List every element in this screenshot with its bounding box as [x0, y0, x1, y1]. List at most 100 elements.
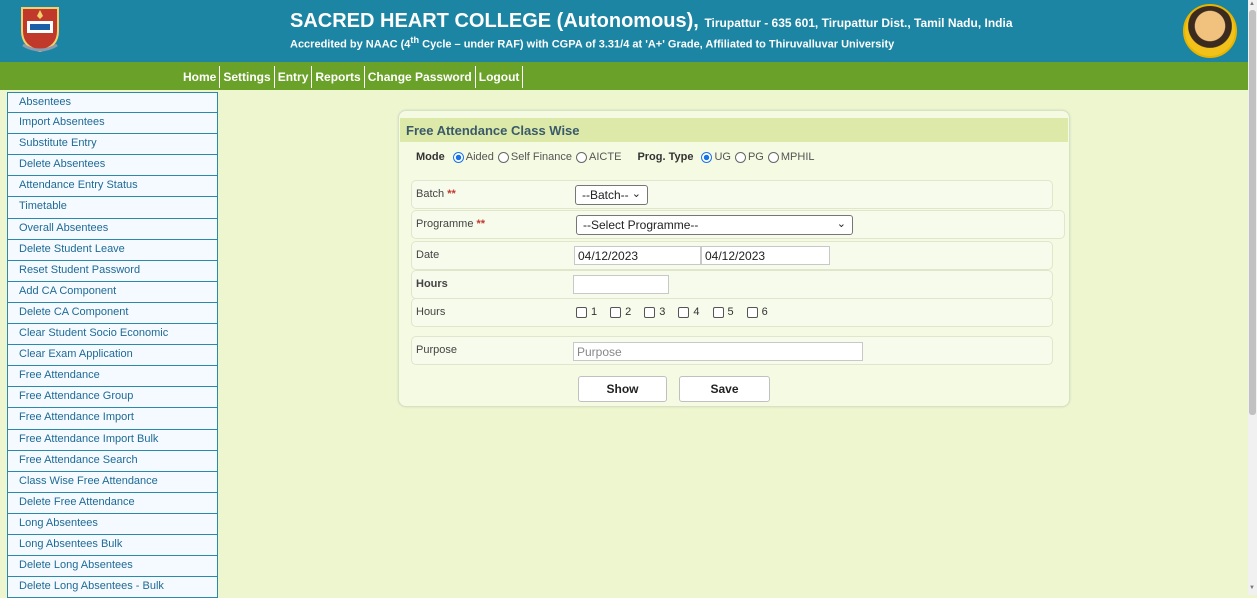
sidebar-item-long-absentees[interactable]: Long Absentees — [7, 513, 218, 535]
mode-radio-aicte[interactable] — [576, 151, 588, 163]
sidebar-item-long-absentees-bulk[interactable]: Long Absentees Bulk — [7, 534, 218, 557]
checkbox-box[interactable] — [678, 306, 690, 318]
sidebar-item-free-attendance-import[interactable]: Free Attendance Import — [7, 408, 218, 430]
batch-label-text: Batch — [416, 188, 445, 200]
sidebar-item-free-attendance-import-bulk[interactable]: Free Attendance Import Bulk — [7, 429, 218, 451]
batch-row: Batch ** --Batch-- ⌄ — [411, 180, 1053, 209]
scroll-up-arrow-icon[interactable]: ▲ — [1249, 1, 1255, 7]
checkbox-box[interactable] — [576, 306, 587, 318]
prog-type-options: UG PG MPHIL — [697, 151, 815, 163]
sidebar-item-add-ca-component[interactable]: Add CA Component — [7, 281, 218, 303]
programme-select[interactable]: --Select Programme-- ⌄ — [576, 215, 853, 235]
accreditation-post: Cycle – under RAF) with CGPA of 3.31/4 a… — [419, 38, 895, 51]
sidebar-item-delete-absentees[interactable]: Delete Absentees — [7, 155, 218, 177]
menu-item-logout[interactable]: Logout — [476, 66, 524, 88]
programme-select-value: --Select Programme-- — [583, 218, 699, 232]
menu-item-entry[interactable]: Entry — [275, 66, 313, 88]
save-button[interactable]: Save — [679, 376, 770, 402]
top-menu-bar: Home Settings Entry Reports Change Password L… — [0, 62, 1248, 90]
sidebar-item-class-wise-free-attendance[interactable]: Class Wise Free Attendance — [7, 471, 218, 493]
prog-type-radio-pg[interactable] — [734, 151, 746, 163]
mode-radio-self-finance[interactable] — [497, 151, 509, 163]
programme-label-text: Programme — [416, 218, 474, 230]
mode-options: Aided Self Finance AICTE — [449, 151, 622, 163]
purpose-label: Purpose — [416, 344, 457, 356]
mode-option-label: Self Finance — [510, 151, 573, 163]
purpose-row: Purpose Purpose — [411, 336, 1053, 365]
checkbox-box[interactable] — [746, 306, 758, 318]
checkbox-box[interactable] — [644, 306, 656, 318]
hours-input-row: Hours — [411, 270, 1053, 299]
sidebar-item-substitute-entry[interactable]: Substitute Entry — [7, 134, 218, 156]
hours-check-row: Hours 1 2 3 4 5 6 — [411, 298, 1053, 327]
scroll-down-arrow-icon[interactable]: ▼ — [1249, 585, 1255, 591]
sidebar-item-clear-student-socio-economic[interactable]: Clear Student Socio Economic — [7, 324, 218, 346]
sidebar-item-delete-ca-component[interactable]: Delete CA Component — [7, 302, 218, 325]
hour-checkbox-1[interactable]: 1 — [576, 306, 597, 318]
sidebar-item-free-attendance-group[interactable]: Free Attendance Group — [7, 387, 218, 409]
accreditation-sup: th — [410, 35, 420, 45]
sidebar-item-attendance-entry-status[interactable]: Attendance Entry Status — [7, 176, 218, 198]
mode-selector: Mode Aided Self Finance AICTE Prog. Type U… — [416, 151, 815, 163]
sidebar-item-delete-student-leave[interactable]: Delete Student Leave — [7, 239, 218, 261]
sidebar-item-free-attendance-search[interactable]: Free Attendance Search — [7, 450, 218, 472]
hours-field[interactable] — [573, 275, 669, 294]
purpose-field[interactable]: Purpose — [573, 342, 863, 361]
hour-checkbox-6[interactable]: 6 — [746, 306, 768, 318]
chevron-down-icon: ⌄ — [631, 188, 641, 200]
hour-checkbox-3[interactable]: 3 — [644, 306, 665, 318]
sidebar-item-import-absentees[interactable]: Import Absentees — [7, 113, 218, 135]
prog-type-radio-mphil[interactable] — [767, 151, 779, 163]
hour-checkboxes: 1 2 3 4 5 6 — [576, 306, 781, 318]
hour-checkbox-label: 3 — [659, 306, 666, 318]
programme-row: Programme ** --Select Programme-- ⌄ — [411, 210, 1065, 239]
show-button[interactable]: Show — [578, 376, 667, 402]
prog-type-option-label: PG — [747, 151, 764, 163]
chevron-down-icon: ⌄ — [836, 218, 846, 230]
menu-item-change-password[interactable]: Change Password — [365, 66, 476, 88]
vertical-scrollbar[interactable]: ▲ ▼ — [1248, 0, 1257, 595]
mode-option-label: AICTE — [589, 151, 622, 163]
college-location: Tirupattur - 635 601, Tirupattur Dist., … — [704, 16, 1013, 30]
site-header: SACRED HEART COLLEGE (Autonomous), Tirup… — [0, 0, 1248, 62]
required-mark: ** — [447, 188, 456, 200]
college-title: SACRED HEART COLLEGE (Autonomous), Tirup… — [290, 10, 1170, 33]
menu-item-settings[interactable]: Settings — [220, 66, 275, 88]
mode-label: Mode — [416, 151, 445, 163]
founder-portrait — [1183, 4, 1237, 58]
sidebar-item-free-attendance[interactable]: Free Attendance — [7, 366, 218, 388]
sidebar-item-clear-exam-application[interactable]: Clear Exam Application — [7, 345, 218, 367]
checkbox-box[interactable] — [610, 306, 622, 318]
batch-label: Batch ** — [416, 188, 456, 200]
menu-item-home[interactable]: Home — [180, 66, 221, 88]
batch-select-value: --Batch-- — [582, 188, 629, 202]
sidebar-item-timetable[interactable]: Timetable — [7, 197, 218, 219]
prog-type-option-label: MPHIL — [780, 151, 815, 163]
hour-checkbox-4[interactable]: 4 — [678, 306, 700, 318]
date-to-field[interactable]: 04/12/2023 — [701, 246, 830, 265]
sidebar-item-delete-free-attendance[interactable]: Delete Free Attendance — [7, 492, 218, 514]
mode-radio-aided[interactable] — [452, 151, 464, 163]
hour-checkbox-2[interactable]: 2 — [610, 306, 631, 318]
date-row: Date 04/12/2023 04/12/2023 — [411, 241, 1053, 270]
batch-select[interactable]: --Batch-- ⌄ — [575, 185, 648, 205]
hour-checkbox-5[interactable]: 5 — [712, 306, 734, 318]
date-from-field[interactable]: 04/12/2023 — [574, 246, 701, 265]
accreditation-text: Accredited by NAAC (4th Cycle – under RA… — [290, 35, 894, 51]
sidebar-item-absentees[interactable]: Absentees — [7, 92, 218, 114]
hour-checkbox-label: 4 — [693, 306, 700, 318]
sidebar-item-delete-long-absentees[interactable]: Delete Long Absentees — [7, 556, 218, 578]
sidebar-item-reset-student-password[interactable]: Reset Student Password — [7, 260, 218, 282]
checkbox-box[interactable] — [712, 306, 724, 318]
main-menu: Home Settings Entry Reports Change Password L… — [180, 66, 524, 88]
hour-checkbox-label: 2 — [625, 306, 632, 318]
programme-label: Programme ** — [416, 218, 485, 230]
hour-checkbox-label: 6 — [761, 306, 768, 318]
sidebar-item-overall-absentees[interactable]: Overall Absentees — [7, 218, 218, 240]
prog-type-radio-ug[interactable] — [701, 151, 713, 163]
menu-item-reports[interactable]: Reports — [312, 66, 365, 88]
form-panel: Free Attendance Class Wise Mode Aided Sel… — [398, 110, 1070, 407]
hour-checkbox-label: 1 — [591, 306, 598, 318]
scrollbar-thumb[interactable] — [1249, 10, 1256, 415]
accreditation-pre: Accredited by NAAC (4 — [290, 38, 411, 51]
